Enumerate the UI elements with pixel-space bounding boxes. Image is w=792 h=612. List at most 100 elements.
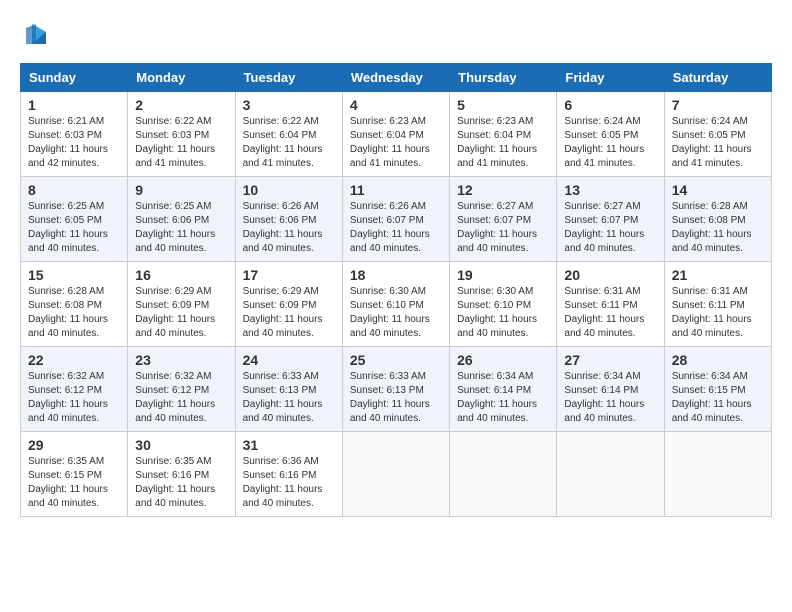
calendar-header-row: SundayMondayTuesdayWednesdayThursdayFrid… [21, 64, 772, 92]
day-number: 19 [457, 267, 549, 283]
calendar-cell: 31 Sunrise: 6:36 AMSunset: 6:16 PMDaylig… [235, 432, 342, 517]
day-number: 5 [457, 97, 549, 113]
day-info: Sunrise: 6:35 AMSunset: 6:15 PMDaylight:… [28, 456, 108, 509]
calendar-header-monday: Monday [128, 64, 235, 92]
day-info: Sunrise: 6:31 AMSunset: 6:11 PMDaylight:… [564, 286, 644, 339]
calendar-cell [557, 432, 664, 517]
calendar-header-wednesday: Wednesday [342, 64, 449, 92]
day-info: Sunrise: 6:23 AMSunset: 6:04 PMDaylight:… [350, 116, 430, 169]
day-info: Sunrise: 6:28 AMSunset: 6:08 PMDaylight:… [672, 201, 752, 254]
calendar-cell: 14 Sunrise: 6:28 AMSunset: 6:08 PMDaylig… [664, 177, 771, 262]
day-number: 23 [135, 352, 227, 368]
calendar-header-thursday: Thursday [450, 64, 557, 92]
calendar-week-row: 8 Sunrise: 6:25 AMSunset: 6:05 PMDayligh… [21, 177, 772, 262]
calendar-cell: 22 Sunrise: 6:32 AMSunset: 6:12 PMDaylig… [21, 347, 128, 432]
calendar-cell: 23 Sunrise: 6:32 AMSunset: 6:12 PMDaylig… [128, 347, 235, 432]
day-info: Sunrise: 6:30 AMSunset: 6:10 PMDaylight:… [457, 286, 537, 339]
day-info: Sunrise: 6:32 AMSunset: 6:12 PMDaylight:… [135, 371, 215, 424]
day-number: 16 [135, 267, 227, 283]
calendar-cell: 1 Sunrise: 6:21 AMSunset: 6:03 PMDayligh… [21, 92, 128, 177]
day-info: Sunrise: 6:31 AMSunset: 6:11 PMDaylight:… [672, 286, 752, 339]
day-info: Sunrise: 6:33 AMSunset: 6:13 PMDaylight:… [350, 371, 430, 424]
calendar-cell: 10 Sunrise: 6:26 AMSunset: 6:06 PMDaylig… [235, 177, 342, 262]
calendar-week-row: 15 Sunrise: 6:28 AMSunset: 6:08 PMDaylig… [21, 262, 772, 347]
calendar-cell: 5 Sunrise: 6:23 AMSunset: 6:04 PMDayligh… [450, 92, 557, 177]
calendar-cell [664, 432, 771, 517]
logo [20, 20, 50, 53]
day-number: 12 [457, 182, 549, 198]
calendar-cell: 16 Sunrise: 6:29 AMSunset: 6:09 PMDaylig… [128, 262, 235, 347]
day-number: 10 [243, 182, 335, 198]
day-number: 11 [350, 182, 442, 198]
calendar-cell [450, 432, 557, 517]
calendar-week-row: 22 Sunrise: 6:32 AMSunset: 6:12 PMDaylig… [21, 347, 772, 432]
day-info: Sunrise: 6:25 AMSunset: 6:05 PMDaylight:… [28, 201, 108, 254]
page-header [20, 20, 772, 53]
day-info: Sunrise: 6:34 AMSunset: 6:15 PMDaylight:… [672, 371, 752, 424]
calendar-cell: 2 Sunrise: 6:22 AMSunset: 6:03 PMDayligh… [128, 92, 235, 177]
calendar-cell: 27 Sunrise: 6:34 AMSunset: 6:14 PMDaylig… [557, 347, 664, 432]
calendar-cell [342, 432, 449, 517]
day-number: 2 [135, 97, 227, 113]
day-number: 7 [672, 97, 764, 113]
logo-icon [22, 20, 50, 48]
day-number: 15 [28, 267, 120, 283]
day-number: 8 [28, 182, 120, 198]
day-number: 26 [457, 352, 549, 368]
day-number: 13 [564, 182, 656, 198]
calendar-week-row: 29 Sunrise: 6:35 AMSunset: 6:15 PMDaylig… [21, 432, 772, 517]
calendar-cell: 24 Sunrise: 6:33 AMSunset: 6:13 PMDaylig… [235, 347, 342, 432]
calendar-cell: 4 Sunrise: 6:23 AMSunset: 6:04 PMDayligh… [342, 92, 449, 177]
day-number: 24 [243, 352, 335, 368]
calendar-cell: 29 Sunrise: 6:35 AMSunset: 6:15 PMDaylig… [21, 432, 128, 517]
day-number: 20 [564, 267, 656, 283]
day-info: Sunrise: 6:35 AMSunset: 6:16 PMDaylight:… [135, 456, 215, 509]
calendar-cell: 9 Sunrise: 6:25 AMSunset: 6:06 PMDayligh… [128, 177, 235, 262]
day-info: Sunrise: 6:30 AMSunset: 6:10 PMDaylight:… [350, 286, 430, 339]
calendar-cell: 3 Sunrise: 6:22 AMSunset: 6:04 PMDayligh… [235, 92, 342, 177]
day-info: Sunrise: 6:27 AMSunset: 6:07 PMDaylight:… [457, 201, 537, 254]
calendar-cell: 12 Sunrise: 6:27 AMSunset: 6:07 PMDaylig… [450, 177, 557, 262]
calendar-cell: 15 Sunrise: 6:28 AMSunset: 6:08 PMDaylig… [21, 262, 128, 347]
calendar-cell: 28 Sunrise: 6:34 AMSunset: 6:15 PMDaylig… [664, 347, 771, 432]
day-info: Sunrise: 6:22 AMSunset: 6:03 PMDaylight:… [135, 116, 215, 169]
day-number: 22 [28, 352, 120, 368]
day-info: Sunrise: 6:21 AMSunset: 6:03 PMDaylight:… [28, 116, 108, 169]
calendar-cell: 30 Sunrise: 6:35 AMSunset: 6:16 PMDaylig… [128, 432, 235, 517]
calendar-table: SundayMondayTuesdayWednesdayThursdayFrid… [20, 63, 772, 517]
day-number: 25 [350, 352, 442, 368]
calendar-cell: 11 Sunrise: 6:26 AMSunset: 6:07 PMDaylig… [342, 177, 449, 262]
day-number: 4 [350, 97, 442, 113]
calendar-header-saturday: Saturday [664, 64, 771, 92]
day-number: 14 [672, 182, 764, 198]
day-info: Sunrise: 6:24 AMSunset: 6:05 PMDaylight:… [672, 116, 752, 169]
day-number: 30 [135, 437, 227, 453]
calendar-cell: 18 Sunrise: 6:30 AMSunset: 6:10 PMDaylig… [342, 262, 449, 347]
day-info: Sunrise: 6:24 AMSunset: 6:05 PMDaylight:… [564, 116, 644, 169]
calendar-cell: 6 Sunrise: 6:24 AMSunset: 6:05 PMDayligh… [557, 92, 664, 177]
calendar-week-row: 1 Sunrise: 6:21 AMSunset: 6:03 PMDayligh… [21, 92, 772, 177]
calendar-cell: 7 Sunrise: 6:24 AMSunset: 6:05 PMDayligh… [664, 92, 771, 177]
day-info: Sunrise: 6:23 AMSunset: 6:04 PMDaylight:… [457, 116, 537, 169]
day-info: Sunrise: 6:22 AMSunset: 6:04 PMDaylight:… [243, 116, 323, 169]
calendar-cell: 26 Sunrise: 6:34 AMSunset: 6:14 PMDaylig… [450, 347, 557, 432]
day-info: Sunrise: 6:33 AMSunset: 6:13 PMDaylight:… [243, 371, 323, 424]
day-info: Sunrise: 6:36 AMSunset: 6:16 PMDaylight:… [243, 456, 323, 509]
day-info: Sunrise: 6:25 AMSunset: 6:06 PMDaylight:… [135, 201, 215, 254]
day-number: 28 [672, 352, 764, 368]
day-number: 1 [28, 97, 120, 113]
calendar-header-tuesday: Tuesday [235, 64, 342, 92]
day-info: Sunrise: 6:29 AMSunset: 6:09 PMDaylight:… [135, 286, 215, 339]
day-info: Sunrise: 6:27 AMSunset: 6:07 PMDaylight:… [564, 201, 644, 254]
calendar-cell: 21 Sunrise: 6:31 AMSunset: 6:11 PMDaylig… [664, 262, 771, 347]
day-number: 21 [672, 267, 764, 283]
calendar-cell: 19 Sunrise: 6:30 AMSunset: 6:10 PMDaylig… [450, 262, 557, 347]
day-number: 18 [350, 267, 442, 283]
day-info: Sunrise: 6:26 AMSunset: 6:06 PMDaylight:… [243, 201, 323, 254]
calendar-cell: 17 Sunrise: 6:29 AMSunset: 6:09 PMDaylig… [235, 262, 342, 347]
day-number: 29 [28, 437, 120, 453]
day-number: 9 [135, 182, 227, 198]
day-info: Sunrise: 6:29 AMSunset: 6:09 PMDaylight:… [243, 286, 323, 339]
day-number: 6 [564, 97, 656, 113]
calendar-header-sunday: Sunday [21, 64, 128, 92]
